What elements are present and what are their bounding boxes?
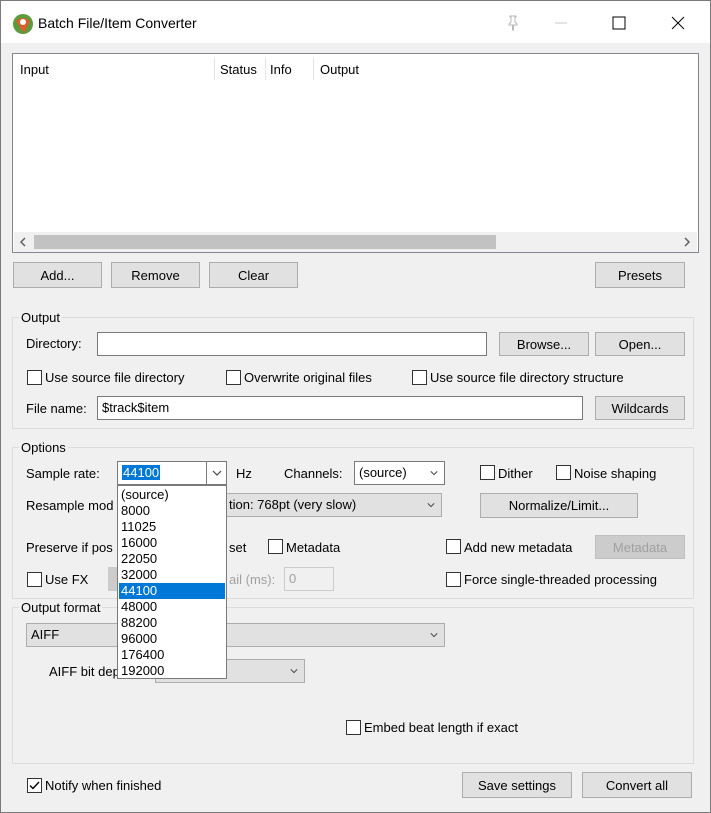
dither-label: Dither (498, 466, 533, 481)
close-icon (671, 16, 685, 30)
sample-rate-option[interactable]: 88200 (119, 615, 225, 631)
maximize-button[interactable] (596, 2, 642, 44)
noise-shaping-label: Noise shaping (574, 466, 657, 481)
preserve-suffix: set (229, 540, 247, 555)
preserve-label: Preserve if pos (26, 540, 113, 555)
sample-rate-dropdown-list[interactable]: (source) 8000 11025 16000 22050 32000 44… (117, 485, 227, 679)
column-separator[interactable] (214, 58, 215, 80)
resample-mode-label: Resample mod (26, 498, 114, 513)
overwrite-label: Overwrite original files (244, 370, 372, 385)
use-source-dir-label: Use source file directory (45, 370, 185, 385)
options-group-label: Options (19, 440, 68, 455)
output-format-value: AIFF (31, 627, 60, 642)
normalize-limit-button[interactable]: Normalize/Limit... (480, 493, 638, 518)
sample-rate-option[interactable]: 48000 (119, 599, 225, 615)
chevron-down-icon (430, 471, 438, 476)
pin-icon (508, 15, 518, 31)
remove-button[interactable]: Remove (111, 262, 200, 288)
dither-checkbox[interactable] (480, 465, 495, 480)
scroll-right-icon[interactable] (682, 237, 692, 247)
output-format-combo[interactable]: AIFF (26, 623, 445, 647)
notify-checkbox[interactable] (27, 778, 42, 793)
metadata-checkbox[interactable] (268, 539, 283, 554)
close-button[interactable] (655, 2, 701, 44)
use-fx-label: Use FX (45, 572, 89, 587)
directory-label: Directory: (26, 336, 82, 351)
sample-rate-option[interactable]: 192000 (119, 663, 225, 679)
window-title: Batch File/Item Converter (38, 15, 197, 31)
column-output[interactable]: Output (320, 62, 359, 77)
open-button[interactable]: Open... (595, 332, 685, 356)
add-button[interactable]: Add... (13, 262, 102, 288)
channels-value: (source) (359, 465, 407, 480)
presets-button[interactable]: Presets (595, 262, 685, 288)
maximize-icon (612, 16, 626, 30)
chevron-down-icon (212, 470, 222, 476)
sample-rate-dropdown-button[interactable] (206, 462, 226, 484)
reaper-logo-icon (13, 14, 33, 34)
metadata-button[interactable]: Metadata (595, 535, 685, 559)
use-source-structure-label: Use source file directory structure (430, 370, 624, 385)
clear-button[interactable]: Clear (209, 262, 298, 288)
column-input[interactable]: Input (20, 62, 49, 77)
resample-mode-value: tion: 768pt (very slow) (229, 497, 357, 512)
minimize-button[interactable] (538, 2, 584, 44)
output-format-group-label: Output format (19, 600, 103, 615)
title-bar[interactable]: Batch File/Item Converter (1, 1, 710, 43)
sample-rate-option[interactable]: 176400 (119, 647, 225, 663)
embed-beat-checkbox[interactable] (346, 720, 361, 735)
tail-input[interactable]: 0 (284, 567, 334, 591)
metadata-label: Metadata (286, 540, 341, 555)
column-info[interactable]: Info (270, 62, 292, 77)
sample-rate-option[interactable]: 96000 (119, 631, 225, 647)
directory-input[interactable] (97, 332, 487, 356)
output-group-label: Output (19, 310, 63, 325)
file-list[interactable]: Input Status Info Output (12, 53, 699, 253)
force-single-threaded-label: Force single-threaded processing (464, 572, 657, 587)
horizontal-scrollbar[interactable] (14, 232, 697, 252)
sample-rate-option[interactable]: 8000 (119, 503, 225, 519)
filename-input[interactable]: $track$item (97, 396, 583, 420)
column-separator[interactable] (265, 58, 266, 80)
scrollbar-thumb[interactable] (34, 235, 496, 249)
save-settings-button[interactable]: Save settings (462, 772, 572, 798)
chevron-down-icon (427, 503, 435, 508)
use-fx-checkbox[interactable] (27, 572, 42, 587)
column-status[interactable]: Status (220, 62, 257, 77)
browse-button[interactable]: Browse... (499, 332, 589, 356)
scroll-left-icon[interactable] (18, 237, 28, 247)
notify-label: Notify when finished (45, 778, 162, 793)
embed-beat-label: Embed beat length if exact (364, 720, 518, 735)
sample-rate-combo[interactable]: 44100 (117, 461, 227, 485)
sample-rate-option[interactable]: 22050 (119, 551, 225, 567)
wildcards-button[interactable]: Wildcards (595, 396, 685, 420)
pin-button[interactable] (490, 2, 536, 44)
bit-depth-label: AIFF bit dep (49, 664, 120, 679)
noise-shaping-checkbox[interactable] (556, 465, 571, 480)
hz-label: Hz (236, 466, 252, 481)
minimize-icon (555, 22, 567, 24)
add-new-metadata-checkbox[interactable] (446, 539, 461, 554)
add-new-metadata-label: Add new metadata (464, 540, 573, 555)
chevron-down-icon (290, 669, 298, 674)
sample-rate-option[interactable]: 16000 (119, 535, 225, 551)
force-single-threaded-checkbox[interactable] (446, 572, 461, 587)
checkmark-icon (29, 781, 40, 790)
sample-rate-option-selected[interactable]: 44100 (119, 583, 225, 599)
sample-rate-option[interactable]: 11025 (119, 519, 225, 535)
filename-label: File name: (26, 401, 87, 416)
sample-rate-option[interactable]: (source) (119, 487, 225, 503)
tail-label: ail (ms): (229, 572, 276, 587)
column-separator[interactable] (313, 58, 314, 80)
channels-label: Channels: (284, 466, 343, 481)
convert-all-button[interactable]: Convert all (582, 772, 692, 798)
sample-rate-label: Sample rate: (26, 466, 100, 481)
channels-combo[interactable]: (source) (354, 461, 445, 485)
chevron-down-icon (430, 633, 438, 638)
use-source-structure-checkbox[interactable] (412, 370, 427, 385)
overwrite-checkbox[interactable] (226, 370, 241, 385)
sample-rate-value: 44100 (122, 465, 161, 480)
sample-rate-option[interactable]: 32000 (119, 567, 225, 583)
use-source-dir-checkbox[interactable] (27, 370, 42, 385)
